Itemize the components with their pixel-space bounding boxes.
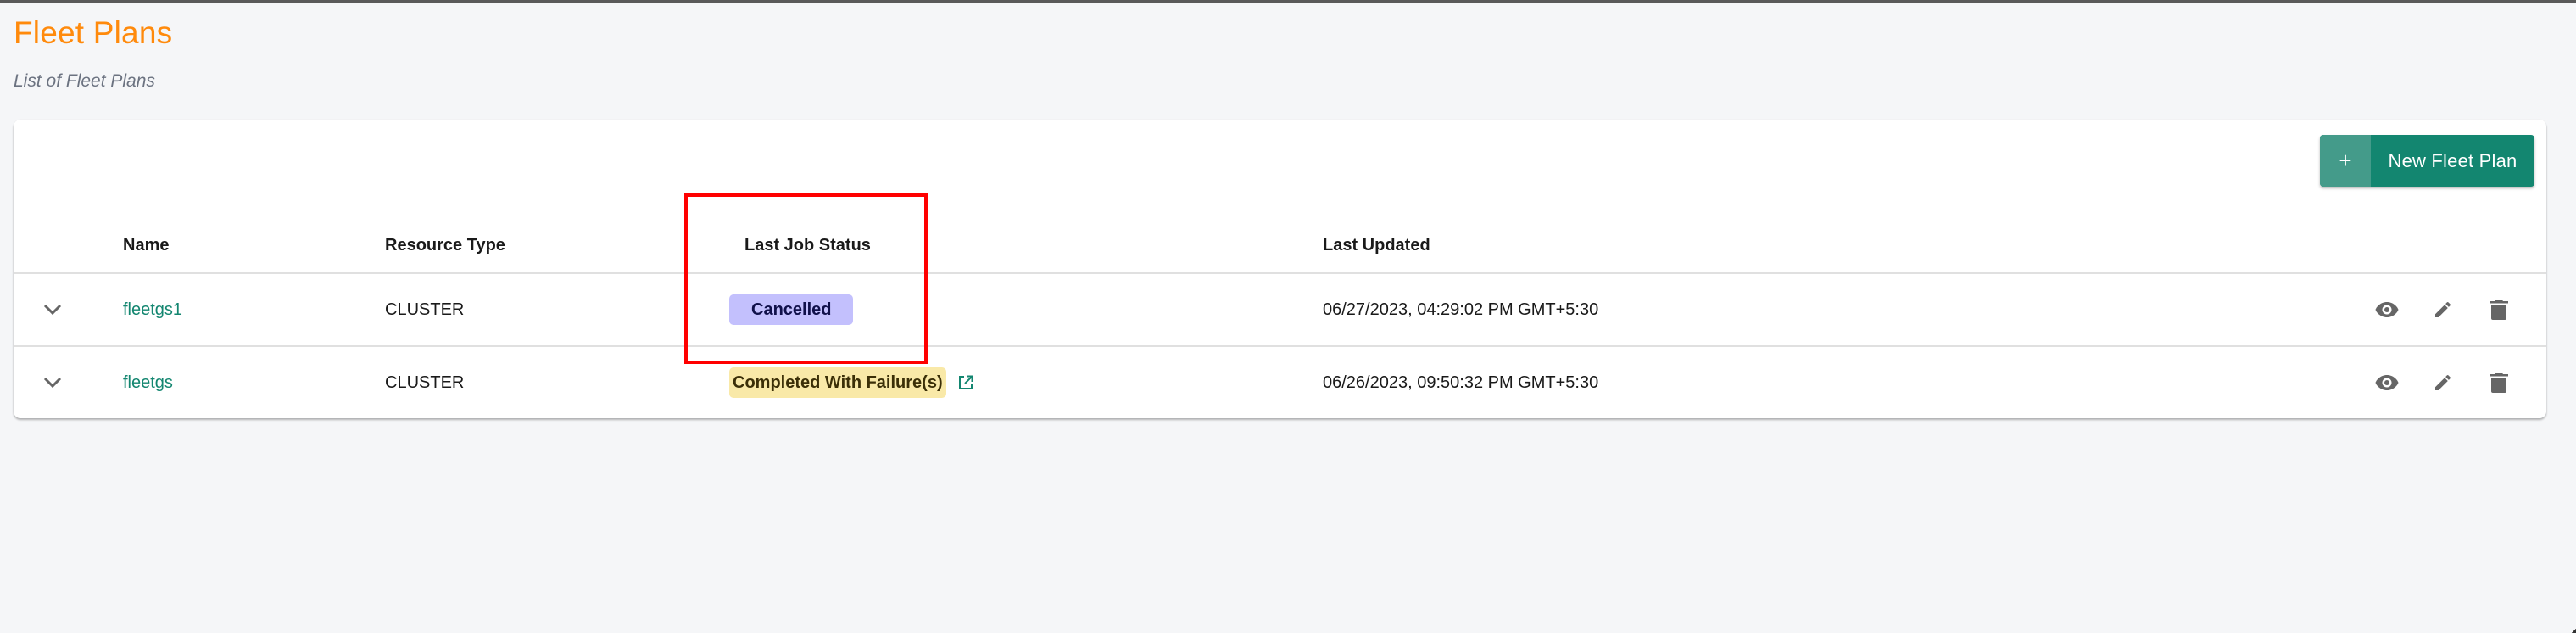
table-row: fleetgs1 CLUSTER Cancelled 06/27/2023, 0… [14,274,2546,347]
status-badge: Cancelled [729,294,854,325]
column-header-resource-type[interactable]: Resource Type [385,235,505,255]
resource-type: CLUSTER [385,300,465,319]
chevron-down-icon[interactable] [42,347,63,418]
last-job-status: Completed With Failure(s) [729,347,973,418]
eye-icon[interactable] [2374,297,2400,322]
eye-icon[interactable] [2374,370,2400,395]
chevron-down-icon[interactable] [42,274,63,345]
new-fleet-plan-button[interactable]: + New Fleet Plan [2320,135,2534,187]
page-subtitle: List of Fleet Plans [14,71,155,91]
trash-icon[interactable] [2486,297,2512,322]
open-in-new-icon[interactable] [958,375,973,390]
window-resize-corner [2572,629,2576,633]
plus-icon: + [2320,135,2371,187]
last-updated: 06/27/2023, 04:29:02 PM GMT+5:30 [1323,300,1599,319]
last-job-status: Cancelled [729,274,854,345]
status-badge: Completed With Failure(s) [729,367,946,398]
table-header: Name Resource Type Last Job Status Last … [14,235,2546,274]
pencil-icon[interactable] [2430,297,2456,322]
trash-icon[interactable] [2486,370,2512,395]
fleet-plan-name-link[interactable]: fleetgs [123,347,173,418]
last-updated: 06/26/2023, 09:50:32 PM GMT+5:30 [1323,373,1599,392]
table-row: fleetgs CLUSTER Completed With Failure(s… [14,347,2546,418]
column-header-last-job-status[interactable]: Last Job Status [744,235,871,255]
pencil-icon[interactable] [2430,370,2456,395]
new-fleet-plan-label: New Fleet Plan [2388,149,2517,171]
fleet-plans-card: + New Fleet Plan Name Resource Type Last… [14,120,2546,418]
column-header-name[interactable]: Name [123,235,169,255]
page-title: Fleet Plans [14,15,173,50]
column-header-last-updated[interactable]: Last Updated [1323,235,1430,255]
fleet-plan-name-link[interactable]: fleetgs1 [123,274,182,345]
resource-type: CLUSTER [385,373,465,392]
window-top-border [0,0,2576,3]
